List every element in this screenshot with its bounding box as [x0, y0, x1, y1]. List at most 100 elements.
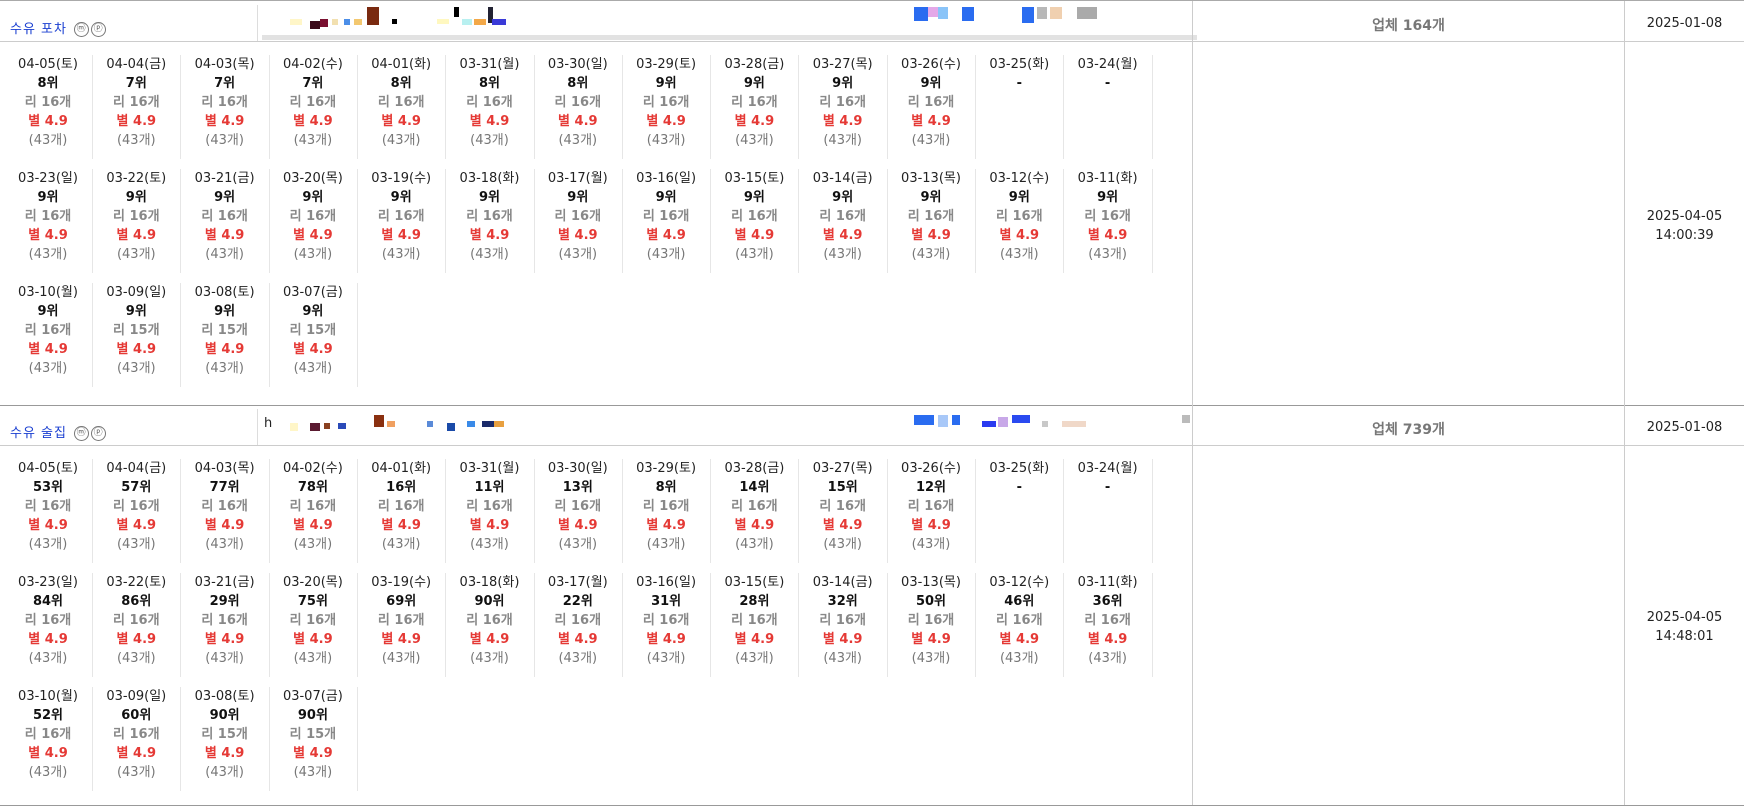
- day-cell: 03-16(일) 31위 리 16개 별 4.9 (43개): [622, 573, 712, 677]
- day-stars: 별 4.9: [116, 114, 157, 129]
- day-review-count: (43개): [28, 651, 68, 666]
- day-cell: 03-14(금) 9위 리 16개 별 4.9 (43개): [799, 169, 888, 273]
- store-url-field[interactable]: [262, 5, 1197, 40]
- day-stars: 별 4.9: [558, 632, 598, 647]
- m-icon[interactable]: ⓜ: [74, 22, 90, 37]
- business-count: 업체 739개: [1372, 422, 1445, 438]
- day-rank: -: [1016, 76, 1022, 91]
- day-rank: 77위: [209, 480, 240, 495]
- day-date: 04-01(화): [371, 57, 432, 72]
- day-reviews: 리 16개: [996, 613, 1043, 628]
- day-reviews: 리 16개: [377, 95, 425, 110]
- day-stars: 별 4.9: [558, 518, 598, 533]
- day-stars: 별 4.9: [911, 228, 951, 243]
- day-reviews: 리 16개: [466, 613, 513, 628]
- day-reviews: 리 16개: [289, 613, 337, 628]
- day-stars: 별 4.9: [204, 632, 245, 647]
- day-rank: 12위: [915, 480, 947, 495]
- day-review-count: (43개): [293, 651, 333, 666]
- p-icon[interactable]: ⓟ: [91, 426, 107, 441]
- m-icon[interactable]: ⓜ: [74, 426, 90, 441]
- day-rank: 14위: [739, 480, 770, 495]
- day-reviews: 리 16개: [819, 499, 866, 514]
- day-reviews: 리 16개: [201, 499, 248, 514]
- day-reviews: 리 16개: [113, 209, 160, 224]
- day-review-count: (43개): [28, 133, 68, 148]
- day-rank: 9위: [1008, 190, 1030, 205]
- day-reviews: 리 15개: [289, 323, 337, 338]
- day-date: 03-28(금): [724, 461, 785, 476]
- day-stars: 별 4.9: [28, 342, 68, 357]
- day-cell: 03-27(목) 9위 리 16개 별 4.9 (43개): [799, 55, 888, 159]
- day-cell: 03-21(금) 29위 리 16개 별 4.9 (43개): [181, 573, 270, 677]
- day-stars: 별 4.9: [911, 114, 951, 129]
- day-stars: 별 4.9: [646, 632, 686, 647]
- day-reviews: 리 16개: [642, 95, 690, 110]
- day-reviews: 리 16개: [996, 209, 1043, 224]
- day-rank: 9위: [478, 190, 500, 205]
- day-review-count: (43개): [911, 651, 951, 666]
- day-date: 03-22(토): [106, 575, 167, 590]
- day-reviews: 리 16개: [24, 499, 72, 514]
- day-reviews: 리 16개: [201, 613, 248, 628]
- day-reviews: 리 16개: [377, 209, 425, 224]
- day-reviews: 리 16개: [201, 209, 248, 224]
- day-date: 03-08(토): [194, 689, 255, 704]
- day-review-count: (43개): [735, 247, 774, 262]
- day-review-count: (43개): [28, 247, 68, 262]
- day-date: 03-18(화): [459, 575, 520, 590]
- day-stars: 별 4.9: [381, 632, 421, 647]
- day-stars: 별 4.9: [116, 228, 157, 243]
- p-icon[interactable]: ⓟ: [91, 22, 107, 37]
- day-rank: 7위: [214, 76, 236, 91]
- day-date: 03-29(토): [636, 461, 697, 476]
- day-stars: 별 4.9: [28, 228, 68, 243]
- day-stars: [1064, 516, 1152, 535]
- day-rank: 9위: [920, 76, 942, 91]
- store-url-field[interactable]: h: [262, 409, 1197, 439]
- day-stars: 별 4.9: [999, 228, 1040, 243]
- day-stars: 별 4.9: [204, 518, 245, 533]
- day-review-count: (43개): [558, 133, 598, 148]
- day-cell: 03-13(목) 50위 리 16개 별 4.9 (43개): [887, 573, 976, 677]
- day-rank: 90위: [297, 708, 328, 723]
- day-review-count: (43개): [381, 247, 421, 262]
- day-review-count: (43개): [999, 651, 1039, 666]
- day-stars: 별 4.9: [293, 518, 333, 533]
- day-date: 03-15(토): [724, 171, 785, 186]
- day-rank: 9위: [567, 190, 589, 205]
- day-reviews: 리 16개: [731, 209, 778, 224]
- store-name-link[interactable]: 수유 포차 ⓜ ⓟ: [10, 18, 107, 37]
- store-name-cell: 수유 술집 ⓜ ⓟ: [0, 409, 258, 445]
- day-date: 04-04(금): [106, 57, 167, 72]
- day-date: 03-24(월): [1077, 57, 1138, 72]
- day-rank: 90위: [474, 594, 505, 609]
- day-cell: 03-10(월) 52위 리 16개 별 4.9 (43개): [4, 687, 93, 791]
- day-stars: 별 4.9: [293, 746, 333, 761]
- day-cell: 03-09(일) 60위 리 16개 별 4.9 (43개): [92, 687, 182, 791]
- day-cell: 03-30(일) 8위 리 16개 별 4.9 (43개): [534, 55, 623, 159]
- day-date: 03-09(일): [106, 285, 167, 300]
- day-rank: 9위: [743, 190, 765, 205]
- day-review-count: (43개): [911, 133, 951, 148]
- day-review-count: (43개): [823, 651, 863, 666]
- day-reviews: 리 16개: [907, 613, 955, 628]
- day-reviews: 리 16개: [731, 95, 778, 110]
- day-stars: 별 4.9: [293, 114, 333, 129]
- day-stars: 별 4.9: [381, 228, 421, 243]
- day-cell: 03-21(금) 9위 리 16개 별 4.9 (43개): [181, 169, 270, 273]
- store-header: 수유 포차 ⓜ ⓟ 업체 164개 2025-01-08: [0, 1, 1744, 42]
- day-stars: 별 4.9: [469, 228, 510, 243]
- store-name: 수유 술집: [10, 426, 67, 441]
- day-stars: 별 4.9: [1087, 632, 1128, 647]
- store-name-link[interactable]: 수유 술집 ⓜ ⓟ: [10, 422, 107, 441]
- day-date: 03-26(수): [901, 461, 961, 476]
- day-date: 03-20(목): [282, 171, 343, 186]
- day-rank: 9위: [390, 190, 412, 205]
- day-review-count: (43개): [293, 361, 333, 376]
- day-date: 03-22(토): [106, 171, 167, 186]
- day-date: 03-25(화): [989, 57, 1050, 72]
- day-date: 04-03(목): [194, 461, 255, 476]
- day-date: 03-25(화): [989, 461, 1050, 476]
- day-review-count: (43개): [116, 247, 156, 262]
